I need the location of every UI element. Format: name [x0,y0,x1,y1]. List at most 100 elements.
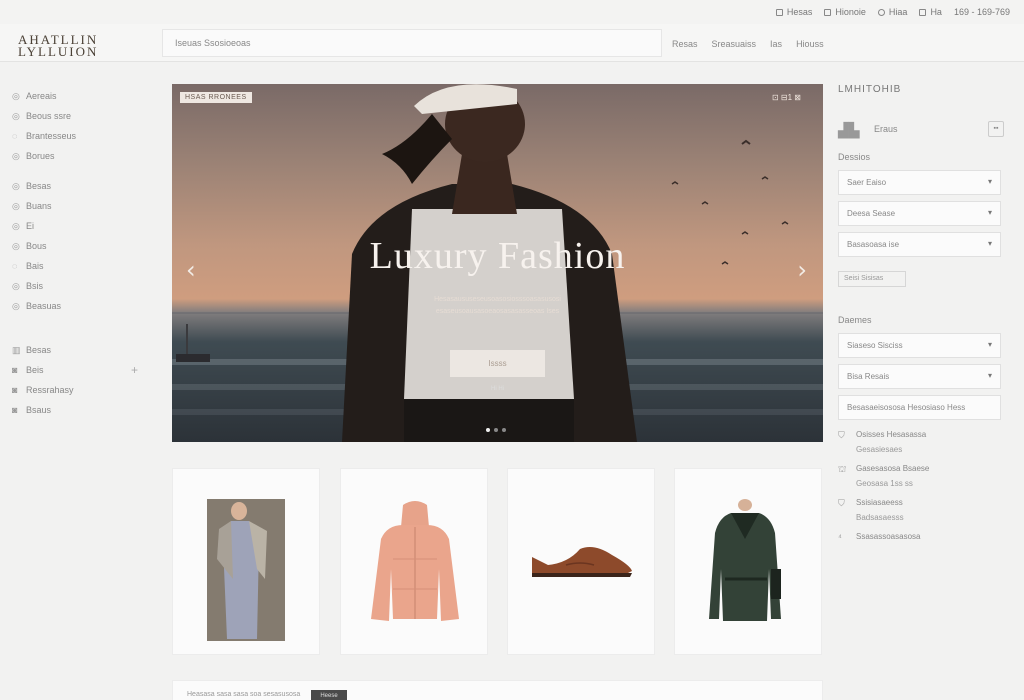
carousel-dot[interactable] [502,428,506,432]
filter-select[interactable]: Siaseso Sisciss [838,333,1001,358]
sidebar-item[interactable]: ◌ Brantesseus [12,126,152,146]
product-card-jacket[interactable] [340,468,488,655]
expand-plus-icon[interactable]: + [131,363,138,377]
hero-banner[interactable]: HSAS RRONEES ⊡ ⊟1 ⊠ Luxury Fashion Hesas… [172,84,823,442]
nav-item-3[interactable]: Ias [770,39,782,49]
shop-icon: ⛫ [838,464,847,474]
info-row[interactable]: ⛫ Gasesasosa Bsaese Geosasa 1ss ss [838,464,1008,488]
info-row[interactable]: ⁴ Ssasassoasasosa [838,532,1008,542]
bottom-banner-button[interactable]: Heese [311,690,347,700]
circle-icon: ◎ [12,150,20,161]
filter-select[interactable]: Besasaeisososa Hesosiaso Hess [838,395,1001,420]
nav-item-1[interactable]: Resas [672,39,698,49]
account-mini-button[interactable]: ▪▪ [988,121,1004,137]
top-link-3[interactable]: Hiaa [877,7,907,17]
bars-icon: ▥ [12,344,21,355]
sidebar-item[interactable]: ◎ Besas [12,176,152,196]
circle-icon: ◎ [12,90,20,101]
sidebar-item[interactable]: ◎ Beasuas [12,296,152,316]
filter-select[interactable]: Bisa Resais [838,364,1001,389]
category-sidebar: ◎ Aereais ◎ Beous ssre ◌ Brantesseus ◎ Borue… [12,86,152,420]
info-line-2: Badsasaesss [856,513,904,522]
boat [176,354,210,362]
info-line-2: Geosasa 1ss ss [856,479,913,488]
panel-title: LMHITOHIB [838,84,902,95]
info-row[interactable]: ⛉ Osisses Hesasassa Gesasiesaes [838,430,1008,454]
hero-title: Luxury Fashion [369,235,626,277]
info-line-2: Gesasiesaes [856,445,903,454]
account-row[interactable]: ▟▙ Eraus ▪▪ [838,114,1008,144]
circle-icon: ◌ [12,261,18,271]
product-card-loafer[interactable] [507,468,655,655]
sidebar-item-label: Beis [26,365,44,375]
hero-share-icons[interactable]: ⊡ ⊟1 ⊠ [772,93,801,102]
sidebar-item[interactable]: ◎ Bous [12,236,152,256]
sidebar-item[interactable]: ◎ Bsis [12,276,152,296]
sidebar-item[interactable]: ◎ Buans [12,196,152,216]
top-link-2[interactable]: Hionoie [824,7,866,17]
square-icon [919,8,927,16]
sidebar-item-label: Borues [26,151,55,161]
product-card-dress[interactable] [172,468,320,655]
section-title: Dessios [838,152,871,162]
sidebar-item[interactable]: ◙ Bsaus [12,400,152,420]
top-link-phone[interactable]: 169 - 169-769 [954,7,1010,17]
sidebar-item-label: Bais [26,261,44,271]
sidebar-item-label: Bsis [26,281,44,291]
sidebar-item-label: Bsaus [26,405,52,415]
bag-icon: ◙ [12,385,18,395]
info-text: Osisses Hesasassa Gesasiesaes [856,430,926,454]
bag-icon: ◙ [12,365,18,375]
sidebar-item[interactable]: ◙ Ressrahasy [12,380,152,400]
sidebar-item[interactable]: ◎ Beous ssre [12,106,152,126]
product-card-coat[interactable] [674,468,822,655]
sidebar-item[interactable]: ◙ Beis + [12,360,152,380]
brand-logo[interactable]: AHATLLIN LYLLUION [18,33,158,58]
circle-icon: ◎ [12,240,20,251]
info-line-1: Osisses Hesasassa [856,430,927,439]
dress-image [207,499,285,641]
sidebar-item[interactable]: ▥ Besas [12,340,152,360]
top-links: Hesas Hionoie Hiaa Ha 169 - 169-769 [775,7,1010,17]
filter-select[interactable]: Basasoasa ise [838,232,1001,257]
lock-icon: ⛉ [838,430,845,440]
sidebar-item[interactable]: ◎ Aereais [12,86,152,106]
sidebar-item[interactable]: ◎ Ei [12,216,152,236]
coat-image [709,499,781,621]
top-utility-bar: Hesas Hionoie Hiaa Ha 169 - 169-769 [0,0,1024,24]
search-placeholder: Iseuas Ssosioeoas [175,38,251,48]
boat-mast [186,324,188,356]
prev-arrow-icon[interactable]: ‹ [186,256,196,284]
carousel-dot[interactable] [494,428,498,432]
info-line-1: Ssasassoasasosa [856,532,921,541]
hero-cta-sub: Hi Hi [491,386,504,392]
nav-item-4[interactable]: Hiouss [796,39,824,49]
sidebar-item-label: Ressrahasy [26,385,74,395]
info-row[interactable]: ⛉ Ssisiasaeess Badsasaesss [838,498,1008,522]
lock-icon: ⛉ [838,498,845,508]
next-arrow-icon[interactable]: › [797,256,807,284]
nav-item-2[interactable]: Sreasuaiss [712,39,757,49]
hero-cta-button[interactable]: Issss [450,350,545,377]
sidebar-item-label: Beous ssre [26,111,72,121]
circle-icon: ◎ [12,180,20,191]
sidebar-item-label: Ei [26,221,35,231]
filter-select[interactable]: Deesa Sease [838,201,1001,226]
sidebar-item[interactable]: ◌ Bais [12,256,152,276]
account-label: Eraus [874,124,898,134]
sidebar-item-label: Besas [26,181,52,191]
search-input[interactable]: Iseuas Ssosioeoas [162,29,662,57]
filter-select[interactable]: Saer Eaiso [838,170,1001,195]
jacket-image [371,501,459,621]
carousel-dots [486,428,506,432]
sidebar-item-label: Besas [26,345,52,355]
top-link-4[interactable]: Ha [919,7,942,17]
top-link-1[interactable]: Hesas [775,7,812,17]
info-text: Ssasassoasasosa [856,532,920,542]
site-header: AHATLLIN LYLLUION Iseuas Ssosioeoas Resa… [0,24,1024,62]
filter-chip[interactable]: Seisi Sisisas [838,271,906,287]
circle-icon: ◎ [12,300,20,311]
gear-icon [877,8,885,16]
carousel-dot[interactable] [486,428,490,432]
sidebar-item[interactable]: ◎ Borues [12,146,152,166]
